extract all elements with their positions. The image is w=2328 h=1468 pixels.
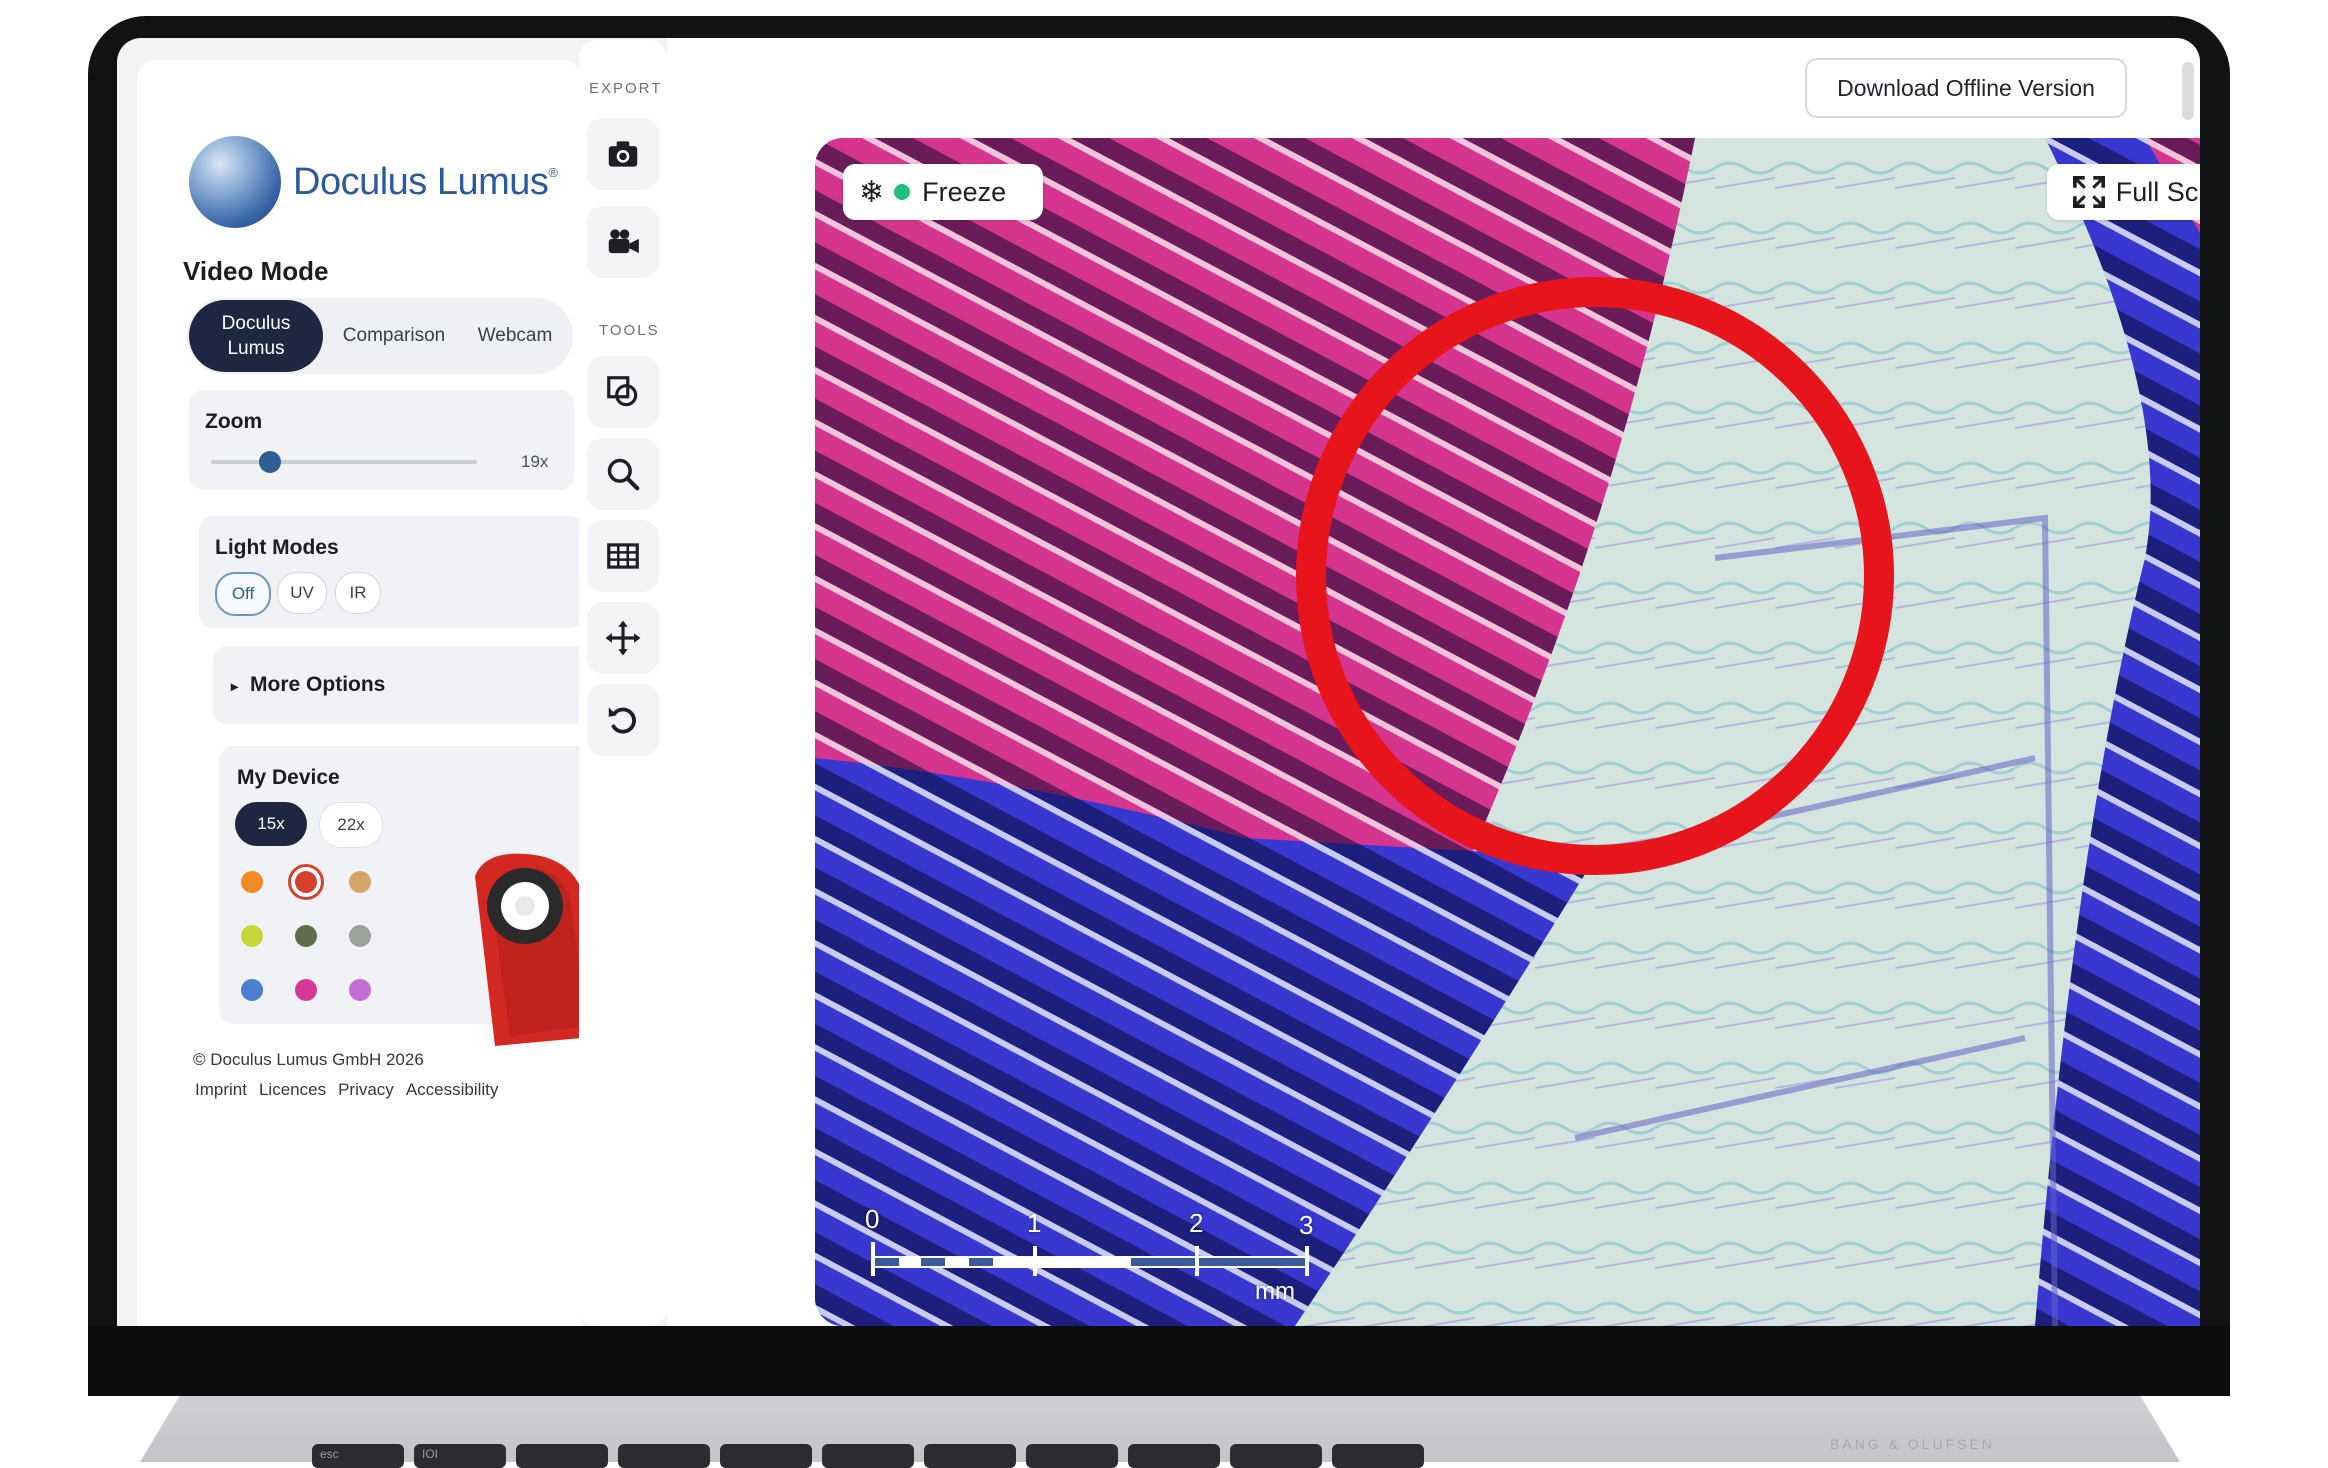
device-color-swatch[interactable] xyxy=(295,925,317,947)
device-color-swatch[interactable] xyxy=(241,925,263,947)
laptop-chin xyxy=(88,1326,2230,1396)
snowflake-icon: ❄ xyxy=(859,175,885,209)
device-color-swatch[interactable] xyxy=(295,871,317,893)
more-options-card[interactable]: ▸ More Options xyxy=(213,646,595,724)
footer-link-privacy[interactable]: Privacy xyxy=(338,1080,394,1100)
freeze-label: Freeze xyxy=(922,176,1007,207)
device-color-swatch[interactable] xyxy=(349,925,371,947)
footer-copyright: © Doculus Lumus GmbH 2026 xyxy=(193,1050,424,1069)
device-color-swatch[interactable] xyxy=(295,979,317,1001)
left-panel: Doculus Lumus® Video Mode Doculus Lumus … xyxy=(137,60,603,1326)
mode-doculus-lumus[interactable]: Doculus Lumus xyxy=(189,300,323,372)
device-color-swatch[interactable] xyxy=(349,979,371,1001)
light-modes-card: Light Modes Off UV IR xyxy=(199,516,584,628)
camera-icon xyxy=(608,141,638,167)
magnified-banknote-image xyxy=(815,138,2200,1326)
footer-link-licences[interactable]: Licences xyxy=(259,1080,326,1100)
shapes-icon xyxy=(607,376,638,407)
export-label: EXPORT xyxy=(589,80,663,97)
keyboard-key: esc xyxy=(312,1444,404,1468)
tools-label: TOOLS xyxy=(599,322,660,339)
rotate-icon xyxy=(608,707,636,734)
fullscreen-button[interactable]: Full Screen xyxy=(2047,164,2200,220)
footer-link-accessibility[interactable]: Accessibility xyxy=(406,1080,499,1100)
shapes-tool-button[interactable] xyxy=(587,356,659,428)
keyboard-key: IOI xyxy=(414,1444,506,1468)
scale-tick-0: 0 xyxy=(865,1204,880,1234)
more-options-toggle[interactable]: ▸ More Options xyxy=(231,673,385,697)
device-color-swatch[interactable] xyxy=(349,871,371,893)
magnifier-tool-button[interactable] xyxy=(587,438,659,510)
keyboard-key xyxy=(1128,1444,1220,1468)
scale-unit: mm xyxy=(1255,1278,1295,1305)
mode-comparison[interactable]: Comparison xyxy=(323,325,465,347)
keyboard-key xyxy=(516,1444,608,1468)
camera-snapshot-button[interactable] xyxy=(587,118,659,190)
video-record-button[interactable] xyxy=(587,206,659,278)
zoom-slider-thumb[interactable] xyxy=(258,451,281,473)
disclosure-triangle-icon: ▸ xyxy=(231,678,239,694)
keyboard-key xyxy=(1332,1444,1424,1468)
keyboard-key xyxy=(1230,1444,1322,1468)
mode-webcam[interactable]: Webcam xyxy=(465,325,565,347)
device-mag-15x[interactable]: 15x xyxy=(235,802,307,846)
footer-link-imprint[interactable]: Imprint xyxy=(195,1080,247,1100)
search-icon xyxy=(607,458,640,491)
move-icon xyxy=(605,620,641,656)
light-mode-off[interactable]: Off xyxy=(215,572,271,616)
fullscreen-icon xyxy=(2072,175,2105,209)
live-status-dot xyxy=(894,184,911,200)
my-device-title: My Device xyxy=(237,766,340,789)
toolbar: EXPORT TOOLS xyxy=(579,40,667,1326)
download-offline-button[interactable]: Download Offline Version xyxy=(1805,58,2127,118)
fullscreen-label: Full Screen xyxy=(2115,176,2200,207)
brand-name: Doculus Lumus® xyxy=(293,160,558,203)
footer-links: Imprint Licences Privacy Accessibility xyxy=(195,1080,498,1100)
microscope-viewer[interactable]: ❄ Freeze Full Screen 0 1 2 3 mm xyxy=(815,138,2200,1326)
keyboard-key xyxy=(720,1444,812,1468)
device-color-swatch[interactable] xyxy=(241,871,263,893)
grid-icon xyxy=(607,543,639,569)
keyboard-key xyxy=(618,1444,710,1468)
keyboard-key xyxy=(1026,1444,1118,1468)
keyboard-key xyxy=(924,1444,1016,1468)
light-mode-uv[interactable]: UV xyxy=(277,572,327,614)
my-device-card: My Device 15x 22x xyxy=(219,746,603,1046)
device-mag-22x[interactable]: 22x xyxy=(319,802,383,848)
freeze-button[interactable]: ❄ Freeze xyxy=(843,164,1043,220)
scrollbar-thumb[interactable] xyxy=(2182,62,2194,120)
scale-tick-3: 3 xyxy=(1299,1210,1314,1240)
light-modes-title: Light Modes xyxy=(215,536,339,559)
scale-tick-2: 2 xyxy=(1189,1208,1204,1238)
zoom-title: Zoom xyxy=(205,410,263,433)
video-camera-icon xyxy=(608,229,639,254)
app-screen: Doculus Lumus® Video Mode Doculus Lumus … xyxy=(117,38,2200,1326)
zoom-value: 19x xyxy=(521,452,549,471)
zoom-slider-track[interactable] xyxy=(211,460,477,464)
video-mode-switch: Doculus Lumus Comparison Webcam xyxy=(187,298,573,374)
video-mode-title: Video Mode xyxy=(183,256,329,286)
laptop-brand: BANG & OLUFSEN xyxy=(1830,1436,1995,1452)
light-mode-ir[interactable]: IR xyxy=(335,572,381,614)
brand-logo: Doculus Lumus® xyxy=(189,136,558,228)
zoom-card: Zoom 19x xyxy=(189,390,574,490)
move-tool-button[interactable] xyxy=(587,602,659,674)
device-color-swatch[interactable] xyxy=(241,979,263,1001)
keyboard-key xyxy=(822,1444,914,1468)
rotate-tool-button[interactable] xyxy=(587,684,659,756)
scale-tick-1: 1 xyxy=(1027,1208,1042,1238)
logo-orb-icon xyxy=(189,136,281,228)
keyboard-keys: esc IOI xyxy=(312,1444,1424,1468)
grid-tool-button[interactable] xyxy=(587,520,659,592)
